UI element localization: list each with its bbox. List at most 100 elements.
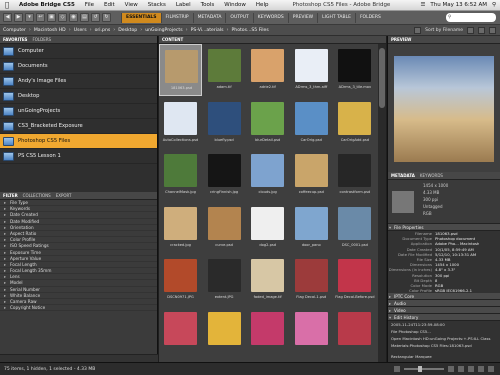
thumbnail[interactable]: contrastform.psd [333, 149, 376, 201]
iptc-core-header[interactable]: IPTC Core [388, 293, 500, 301]
breadcrumb-ongoing-projects[interactable]: unGoingProjects [145, 28, 182, 33]
back-icon[interactable]: ◀ [3, 13, 12, 22]
open-camera-raw-icon[interactable]: ◉ [69, 13, 78, 22]
new-folder-icon[interactable] [478, 26, 485, 34]
tab-filter[interactable]: FILTER [3, 193, 18, 198]
favorite-item[interactable]: CS3_Bracketed Exposure [0, 119, 157, 134]
thumbnail[interactable]: CarOrigAdd.psd [333, 97, 376, 149]
workspace-essentials[interactable]: ESSENTIALS [121, 12, 161, 23]
thumbnail[interactable]: extent.JPG [203, 254, 246, 306]
favorite-item[interactable]: unGoingProjects [0, 104, 157, 119]
search-field[interactable] [446, 13, 496, 22]
menu-file[interactable]: File [80, 2, 99, 8]
thumbnail[interactable] [246, 307, 289, 359]
workspace-output[interactable]: OUTPUT [225, 12, 252, 23]
forward-icon[interactable]: ▶ [14, 13, 23, 22]
tab-folders[interactable]: FOLDERS [32, 37, 51, 42]
thumbnail[interactable]: CarOrig.psd [290, 97, 333, 149]
edit-history-header[interactable]: Edit History [388, 314, 500, 322]
thumbnail[interactable]: adrie2.tif [246, 44, 289, 96]
view-details-icon[interactable] [478, 366, 484, 372]
thumbnail[interactable]: cringFinnish.jpg [203, 149, 246, 201]
thumbnail[interactable]: adam.tif [203, 44, 246, 96]
thumbnail[interactable]: dog2.psd [246, 202, 289, 254]
recent-folder-icon[interactable]: ▾ [25, 13, 34, 22]
thumbnail[interactable] [203, 307, 246, 359]
thumbnail[interactable]: bluefly.psd [203, 97, 246, 149]
view-thumbnails-icon[interactable] [468, 366, 474, 372]
thumbnail-size-small-icon[interactable] [394, 366, 400, 372]
rotate-left-icon[interactable]: ↺ [91, 13, 100, 22]
star-filter-icon[interactable] [414, 26, 422, 34]
menu-edit[interactable]: Edit [99, 2, 120, 8]
camera-icon[interactable]: ▣ [47, 13, 56, 22]
favorite-item[interactable]: Computer [0, 44, 157, 59]
thumbnail[interactable]: curve.psd [203, 202, 246, 254]
preview-image[interactable] [394, 56, 494, 162]
thumbnail[interactable]: DSC_0001.psd [333, 202, 376, 254]
sort-dropdown[interactable]: Sort by Filename [425, 28, 463, 33]
thumbnail[interactable] [159, 307, 202, 359]
menu-window[interactable]: Window [219, 2, 251, 8]
thumbnail[interactable]: clouds.jpg [246, 149, 289, 201]
thumbnail[interactable] [333, 307, 376, 359]
thumbnail[interactable]: 181063.psd [159, 44, 202, 96]
wifi-icon[interactable]: ☰ [420, 2, 425, 8]
thumbnail[interactable]: faded_image.tif [246, 254, 289, 306]
menu-label[interactable]: Label [171, 2, 196, 8]
thumbnail[interactable]: ChannelMask.jpg [159, 149, 202, 201]
thumbnail[interactable]: door_pano [290, 202, 333, 254]
audio-header[interactable]: Audio [388, 300, 500, 308]
clock[interactable]: Thu May 13 6:52 AM [430, 2, 487, 8]
thumbnail[interactable]: Flag Decal-Before.psd [333, 254, 376, 306]
view-list-icon[interactable] [488, 366, 494, 372]
breadcrumb-current-folder[interactable]: Photos...S5 Files [232, 28, 269, 33]
workspace-keywords[interactable]: KEYWORDS [252, 12, 288, 23]
menu-help[interactable]: Help [251, 2, 274, 8]
content-scrollbar[interactable] [378, 44, 386, 362]
tab-preview[interactable]: PREVIEW [391, 37, 411, 42]
thumbnail[interactable]: coffeecup.psd [290, 149, 333, 201]
video-header[interactable]: Video [388, 307, 500, 315]
grid-lock-icon[interactable] [458, 366, 464, 372]
menu-stacks[interactable]: Stacks [143, 2, 171, 8]
tab-metadata[interactable]: METADATA [391, 173, 415, 178]
spotlight-icon[interactable]: ⚲ [492, 2, 496, 8]
sort-direction-icon[interactable] [467, 26, 474, 34]
tab-collections[interactable]: COLLECTIONS [23, 193, 51, 198]
breadcrumb-user[interactable]: ori.pns [95, 28, 111, 33]
breadcrumb-materials[interactable]: PS-Vi...aterials [191, 28, 224, 33]
thumbnail[interactable]: AutoCollections.psd [159, 97, 202, 149]
favorite-item[interactable]: Andy's Image Files [0, 74, 157, 89]
delete-icon[interactable] [489, 26, 496, 34]
output-icon[interactable]: ▤ [80, 13, 89, 22]
file-properties-header[interactable]: File Properties [388, 224, 500, 231]
thumbnail[interactable]: DSCN0971.JPG [159, 254, 202, 306]
thumbnail[interactable]: Flag Decal-1.psd [290, 254, 333, 306]
refine-icon[interactable]: ◇ [58, 13, 67, 22]
favorite-item[interactable]: Desktop [0, 89, 157, 104]
apple-menu-icon[interactable]:  [0, 1, 14, 9]
favorite-item[interactable]: Photoshop CS5 Files [0, 134, 157, 149]
thumbnail-size-slider[interactable] [404, 366, 444, 372]
breadcrumb-desktop[interactable]: Desktop [118, 28, 137, 33]
thumbnail[interactable]: cracked.jpg [159, 202, 202, 254]
app-menu[interactable]: Adobe Bridge CS5 [14, 2, 80, 8]
breadcrumb-macintosh-hd[interactable]: Macintosh HD [34, 28, 66, 33]
breadcrumb-users[interactable]: Users [74, 28, 87, 33]
scrollbar-thumb[interactable] [379, 48, 385, 108]
tab-export[interactable]: EXPORT [56, 193, 72, 198]
workspace-preview[interactable]: PREVIEW [287, 12, 317, 23]
menu-tools[interactable]: Tools [196, 2, 220, 8]
tab-content[interactable]: CONTENT [162, 37, 183, 42]
thumbnail[interactable] [290, 307, 333, 359]
tab-keywords[interactable]: KEYWORDS [420, 173, 443, 178]
thumbnail[interactable]: ADrms_3_thm.aiff [290, 44, 333, 96]
thumbnail[interactable]: ADrms_3_tile.mov [333, 44, 376, 96]
boomerang-icon[interactable]: ↩ [36, 13, 45, 22]
workspace-folders[interactable]: FOLDERS [354, 12, 385, 23]
workspace-light-table[interactable]: LIGHT TABLE [317, 12, 355, 23]
workspace-filmstrip[interactable]: FILMSTRIP [160, 12, 193, 23]
breadcrumb-computer[interactable]: Computer [3, 28, 26, 33]
thumbnail-size-large-icon[interactable] [448, 366, 454, 372]
